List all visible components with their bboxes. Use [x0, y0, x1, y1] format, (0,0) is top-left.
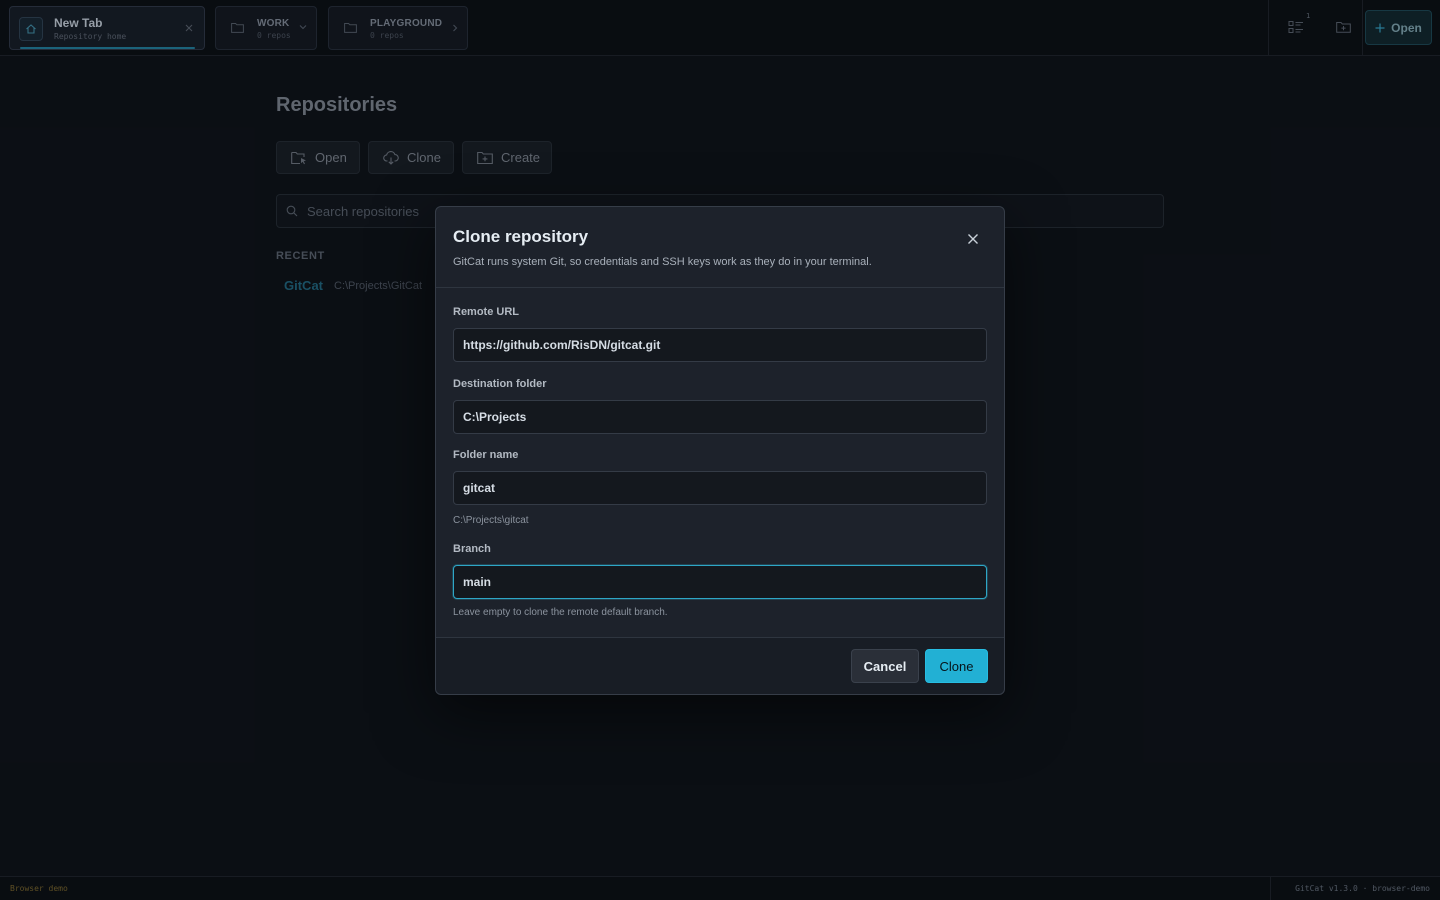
remote-url-input[interactable]	[453, 328, 987, 362]
close-icon[interactable]	[963, 229, 983, 249]
branch-input[interactable]	[453, 565, 987, 599]
folder-name-input[interactable]	[453, 471, 987, 505]
branch-label: Branch	[453, 543, 491, 555]
branch-hint: Leave empty to clone the remote default …	[453, 607, 668, 618]
dialog-footer: Cancel Clone	[436, 638, 1004, 694]
divider	[436, 287, 1004, 288]
clone-repository-dialog: Clone repository GitCat runs system Git,…	[435, 206, 1005, 695]
destination-folder-input[interactable]	[453, 400, 987, 434]
remote-url-label: Remote URL	[453, 306, 520, 318]
cancel-button[interactable]: Cancel	[851, 649, 919, 683]
dialog-title: Clone repository	[453, 227, 589, 246]
folder-name-label: Folder name	[453, 449, 519, 461]
clone-confirm-button[interactable]: Clone	[925, 649, 988, 683]
dialog-description: GitCat runs system Git, so credentials a…	[453, 256, 872, 268]
destination-folder-label: Destination folder	[453, 378, 547, 390]
resolved-path-hint: C:\Projects\gitcat	[453, 515, 529, 526]
